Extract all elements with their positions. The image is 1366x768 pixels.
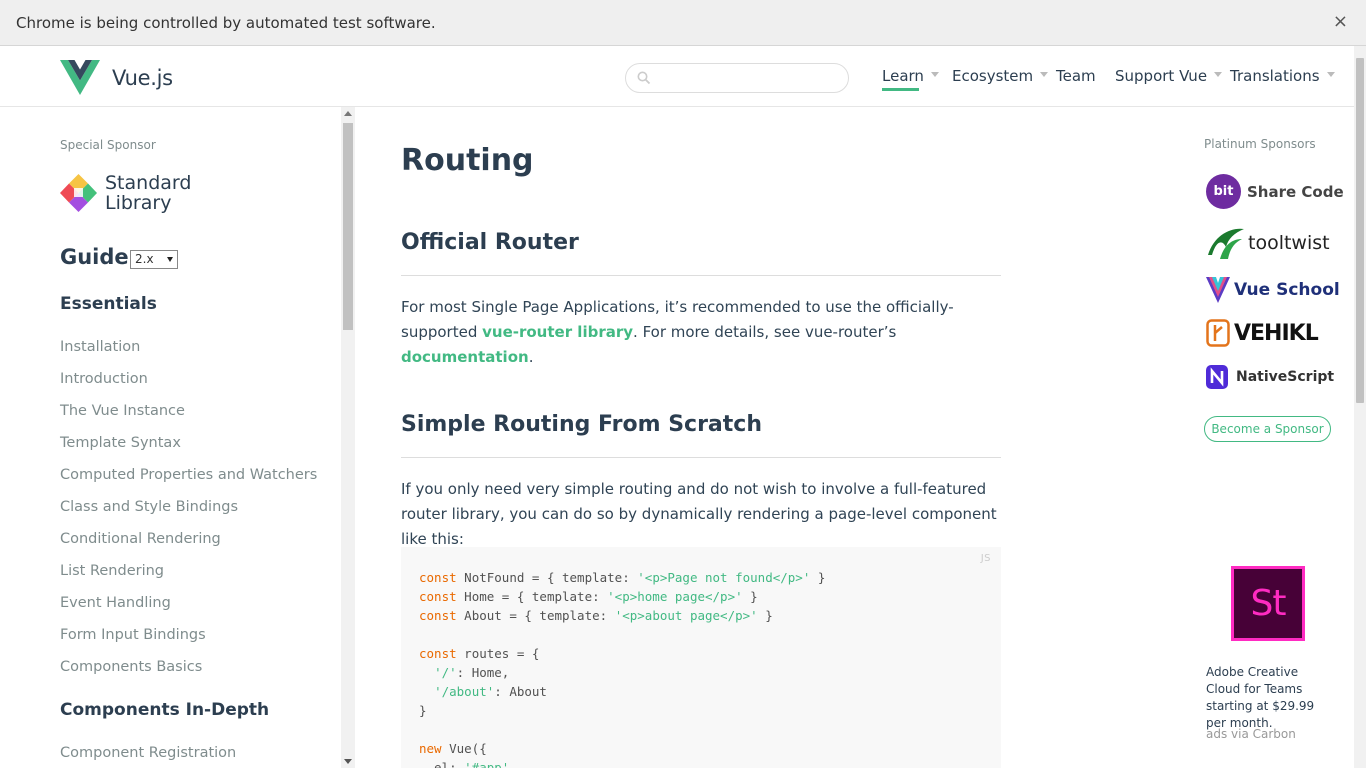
bit-logo-icon: bit — [1206, 174, 1241, 209]
standard-library-logo-icon — [60, 174, 97, 212]
carbon-ad-text[interactable]: Adobe Creative Cloud for Teams starting … — [1206, 664, 1336, 732]
chevron-down-icon — [930, 72, 939, 77]
scroll-down-arrow-icon[interactable] — [344, 759, 352, 764]
nav-learn-label: Learn — [882, 67, 924, 85]
sidebar-scrollbar[interactable] — [341, 107, 355, 768]
sidebar-item-vue-instance[interactable]: The Vue Instance — [60, 403, 185, 419]
page-scrollbar-thumb[interactable] — [1356, 58, 1364, 403]
divider — [401, 275, 1001, 276]
sidebar: Special Sponsor Standard Library Guide 2… — [0, 107, 355, 768]
chevron-down-icon — [1040, 72, 1049, 77]
sidebar-item-conditional-rendering[interactable]: Conditional Rendering — [60, 531, 221, 547]
version-value: 2.x — [135, 252, 154, 266]
bit-logo-text: bit — [1213, 184, 1234, 199]
heading-simple-routing: Simple Routing From Scratch — [401, 412, 762, 437]
paragraph-official-router: For most Single Page Applications, it’s … — [401, 295, 1001, 370]
close-icon[interactable]: × — [1333, 13, 1348, 31]
sponsor-bit[interactable]: bit Share Code — [1206, 174, 1344, 209]
nav-active-indicator — [882, 88, 919, 91]
sponsor-name: tooltwist — [1248, 232, 1330, 254]
nav-team-label: Team — [1056, 67, 1096, 85]
sponsor-name: Vue School — [1234, 280, 1340, 300]
special-sponsor-link[interactable]: Standard Library — [60, 173, 191, 213]
chevron-down-icon — [1214, 72, 1223, 77]
become-sponsor-button[interactable]: Become a Sponsor — [1204, 416, 1331, 442]
sidebar-item-component-registration[interactable]: Component Registration — [60, 745, 236, 761]
standard-library-wordmark: Standard Library — [105, 173, 191, 213]
vehikl-logo-icon — [1206, 319, 1230, 347]
nav-support-vue-label: Support Vue — [1115, 67, 1208, 85]
tooltwist-logo-icon — [1208, 228, 1244, 259]
nav-ecosystem-label: Ecosystem — [952, 67, 1034, 85]
sidebar-item-form-input-bindings[interactable]: Form Input Bindings — [60, 627, 206, 643]
paragraph-simple-routing: If you only need very simple routing and… — [401, 480, 997, 548]
adobe-stock-logo-text: St — [1250, 583, 1287, 624]
sponsor-line-2: Library — [105, 192, 172, 214]
divider — [401, 457, 1001, 458]
sponsor-name: Share Code — [1247, 182, 1344, 201]
vue-school-logo-icon — [1206, 277, 1230, 303]
sponsor-nativescript[interactable]: NativeScript — [1206, 365, 1334, 389]
chevron-down-icon — [167, 257, 173, 262]
nativescript-logo-icon — [1206, 365, 1228, 389]
search-icon — [637, 71, 651, 85]
search-input[interactable] — [658, 68, 838, 88]
sidebar-item-introduction[interactable]: Introduction — [60, 371, 148, 387]
p1-text-c: . — [528, 348, 534, 366]
logo-text: Vue.js — [112, 65, 173, 90]
sponsor-vue-school[interactable]: Vue School — [1206, 277, 1340, 303]
sponsor-name: NativeScript — [1236, 369, 1335, 385]
code-language-badge: JS — [980, 553, 991, 564]
vue-logo-link[interactable]: Vue.js — [60, 60, 173, 95]
nav-learn[interactable]: Learn — [882, 67, 939, 85]
platinum-sponsors-label: Platinum Sponsors — [1204, 137, 1316, 151]
chevron-down-icon — [1326, 72, 1335, 77]
infobar-message: Chrome is being controlled by automated … — [16, 13, 436, 32]
automation-infobar: Chrome is being controlled by automated … — [0, 0, 1366, 46]
carbon-ad-image[interactable]: St — [1231, 566, 1305, 641]
nav-ecosystem[interactable]: Ecosystem — [952, 67, 1049, 85]
page-scrollbar[interactable] — [1354, 46, 1366, 768]
code-block: JS const NotFound = { template: '<p>Page… — [401, 547, 1001, 768]
nav-support-vue[interactable]: Support Vue — [1115, 67, 1223, 85]
search-box[interactable] — [625, 63, 849, 93]
code-content: const NotFound = { template: '<p>Page no… — [419, 570, 826, 768]
sidebar-scrollbar-thumb[interactable] — [343, 123, 353, 330]
sidebar-item-class-style-bindings[interactable]: Class and Style Bindings — [60, 499, 238, 515]
nav-translations[interactable]: Translations — [1230, 67, 1335, 85]
sidebar-item-components-basics[interactable]: Components Basics — [60, 659, 202, 675]
sidebar-item-list-rendering[interactable]: List Rendering — [60, 563, 164, 579]
scroll-up-arrow-icon[interactable] — [344, 111, 352, 116]
page-title: Routing — [401, 143, 534, 178]
nav-translations-label: Translations — [1230, 67, 1320, 85]
site-header: Vue.js Learn Ecosystem Team Support Vue … — [0, 46, 1354, 107]
sidebar-item-template-syntax[interactable]: Template Syntax — [60, 435, 181, 451]
section-components-in-depth: Components In-Depth — [60, 700, 270, 720]
vue-router-library-link[interactable]: vue-router library — [482, 323, 633, 341]
sponsor-tooltwist[interactable]: tooltwist — [1206, 225, 1330, 261]
ads-via-carbon-link[interactable]: ads via Carbon — [1206, 727, 1296, 741]
sidebar-item-computed-properties[interactable]: Computed Properties and Watchers — [60, 467, 317, 483]
sidebar-item-installation[interactable]: Installation — [60, 339, 140, 355]
section-essentials: Essentials — [60, 294, 157, 314]
p1-text-b: . For more details, see vue-router’s — [633, 323, 897, 341]
vue-logo-icon — [60, 60, 100, 95]
sponsor-name: VEHIKL — [1234, 320, 1319, 346]
sponsor-line-1: Standard — [105, 172, 192, 194]
heading-official-router: Official Router — [401, 230, 579, 255]
special-sponsor-label: Special Sponsor — [60, 138, 156, 152]
sidebar-item-event-handling[interactable]: Event Handling — [60, 595, 171, 611]
guide-title: Guide — [60, 245, 129, 269]
sponsor-vehikl[interactable]: VEHIKL — [1206, 319, 1319, 347]
version-select[interactable]: 2.x — [130, 250, 178, 269]
documentation-link[interactable]: documentation — [401, 348, 529, 366]
nav-team[interactable]: Team — [1056, 67, 1096, 85]
